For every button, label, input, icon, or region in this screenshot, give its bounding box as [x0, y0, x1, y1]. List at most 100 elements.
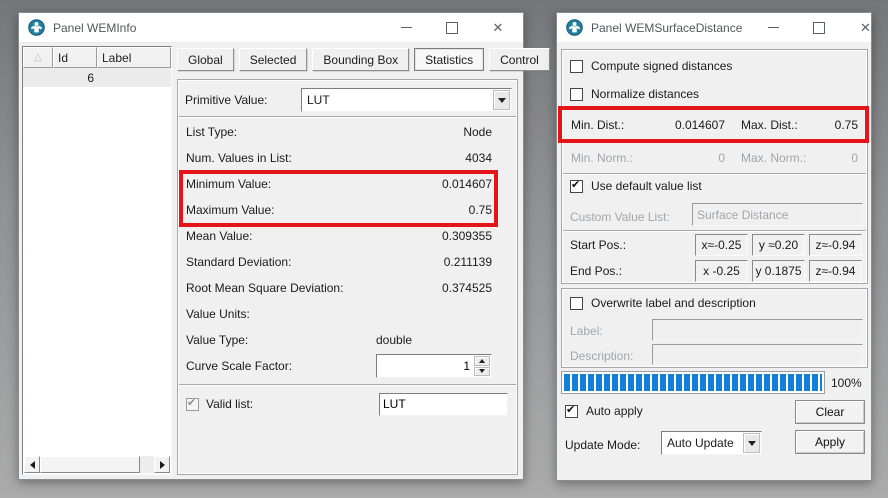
use-default-label: Use default value list [591, 179, 702, 193]
tab-selected[interactable]: Selected [239, 48, 308, 71]
scroll-right-icon [160, 461, 165, 469]
separator [563, 173, 866, 175]
min-max-norm-row: Min. Norm.: 0 Max. Norm.: 0 [563, 144, 866, 172]
progress-bar [561, 371, 825, 394]
start-pos-y-field[interactable]: y ≈0.20 [752, 234, 805, 256]
tab-control[interactable]: Control [489, 48, 550, 71]
tab-bounding-box[interactable]: Bounding Box [312, 48, 409, 71]
overwrite-label: Overwrite label and description [591, 296, 756, 310]
max-dist-value: 0.75 [815, 118, 858, 132]
min-max-dist-row: Min. Dist.: 0.014607 Max. Dist.: 0.75 [563, 110, 866, 140]
update-mode-combobox[interactable]: Auto Update [661, 431, 762, 455]
stat-value: double [376, 333, 412, 347]
overwrite-row: Overwrite label and description [570, 296, 756, 310]
primitive-value-row: Primitive Value: LUT [185, 88, 512, 112]
cell-id: 6 [53, 71, 97, 85]
separator [179, 116, 516, 118]
primitive-value-combobox[interactable]: LUT [301, 88, 512, 112]
description-field-label: Description: [570, 345, 633, 367]
stat-row-maximum-value: Maximum Value: 0.75 [179, 197, 516, 223]
clear-button[interactable]: Clear [795, 400, 865, 424]
separator [179, 384, 516, 386]
valid-list-input[interactable] [379, 393, 508, 416]
spin-down-button[interactable] [474, 367, 490, 377]
combobox-dropdown-button[interactable] [493, 90, 510, 110]
end-pos-fields: x -0.25 y 0.1875 z≈-0.94 [695, 260, 862, 282]
curve-scale-input[interactable] [377, 355, 473, 377]
label-column-header[interactable]: Label [97, 47, 171, 68]
tab-statistics[interactable]: Statistics [414, 48, 484, 71]
stat-label: Maximum Value: [186, 203, 274, 217]
stat-row-list-type: List Type: Node [179, 119, 516, 145]
stat-row-value-type: Value Type: double [179, 327, 516, 353]
stat-label: Value Units: [186, 307, 250, 321]
scroll-left-button[interactable] [24, 456, 40, 473]
valid-list-label: Valid list: [206, 397, 253, 411]
id-column-header[interactable]: Id [53, 47, 97, 68]
minimize-icon[interactable] [391, 16, 421, 40]
max-dist-label: Max. Dist.: [741, 118, 815, 132]
apply-button[interactable]: Apply [795, 430, 865, 454]
auto-apply-row: ✔ Auto apply [565, 404, 643, 418]
max-norm-label: Max. Norm.: [741, 151, 815, 165]
start-pos-fields: x≈-0.25 y ≈0.20 z≈-0.94 [695, 234, 862, 256]
valid-list-checkbox[interactable]: ✔ [186, 398, 199, 411]
sort-triangle-icon: △ [34, 52, 42, 63]
overwrite-checkbox[interactable] [570, 297, 583, 310]
custom-value-list-field[interactable]: Surface Distance [692, 203, 863, 226]
titlebar-wemsurfacedistance[interactable]: Panel WEMSurfaceDistance ✕ [557, 13, 871, 43]
stat-value: Node [463, 125, 492, 139]
update-mode-label: Update Mode: [565, 433, 640, 457]
end-pos-z-field[interactable]: z≈-0.94 [809, 260, 862, 282]
start-pos-z-field[interactable]: z≈-0.94 [809, 234, 862, 256]
wem-list-table: △ Id Label 6 [22, 46, 172, 475]
scrollbar-thumb[interactable] [40, 456, 140, 473]
stat-row-rms-deviation: Root Mean Square Deviation: 0.374525 [179, 275, 516, 301]
spin-up-button[interactable] [474, 356, 490, 366]
tab-global[interactable]: Global [177, 48, 234, 71]
use-default-checkbox[interactable]: ✔ [570, 180, 583, 193]
mevislab-app-icon [28, 19, 45, 36]
table-row[interactable]: 6 [23, 68, 171, 87]
normalize-label: Normalize distances [591, 87, 699, 101]
sort-column-header[interactable]: △ [23, 47, 53, 68]
stat-label: Standard Deviation: [186, 255, 291, 269]
distance-settings-group: Compute signed distances Normalize dista… [561, 49, 868, 284]
close-icon[interactable]: ✕ [483, 16, 513, 40]
end-pos-x-field[interactable]: x -0.25 [695, 260, 748, 282]
stat-label: List Type: [186, 125, 237, 139]
min-norm-label: Min. Norm.: [571, 151, 633, 165]
scrollbar-track[interactable] [140, 456, 154, 473]
maximize-icon[interactable] [804, 16, 834, 40]
description-field[interactable] [652, 344, 863, 365]
start-pos-label: Start Pos.: [570, 234, 626, 256]
end-pos-y-field[interactable]: y 0.1875 [752, 260, 805, 282]
start-pos-x-field[interactable]: x≈-0.25 [695, 234, 748, 256]
minimize-icon[interactable] [758, 16, 788, 40]
scroll-right-button[interactable] [154, 456, 170, 473]
stat-value: 0.374525 [442, 281, 492, 295]
valid-list-row: ✔ Valid list: [186, 392, 507, 416]
use-default-row: ✔ Use default value list [570, 179, 702, 193]
stat-label: Value Type: [186, 333, 248, 347]
maximize-icon[interactable] [437, 16, 467, 40]
curve-scale-spinner[interactable] [376, 354, 492, 378]
custom-value-list-label: Custom Value List: [570, 205, 670, 228]
checkmark-icon: ✔ [566, 403, 575, 416]
compute-signed-checkbox[interactable] [570, 60, 583, 73]
titlebar-weminfo[interactable]: Panel WEMInfo ✕ [19, 13, 523, 43]
separator [563, 230, 866, 232]
stat-label: Mean Value: [186, 229, 253, 243]
label-field[interactable] [652, 319, 863, 341]
min-norm-value: 0 [633, 151, 725, 165]
auto-apply-checkbox[interactable]: ✔ [565, 405, 578, 418]
table-header-row: △ Id Label [23, 47, 171, 68]
horizontal-scrollbar[interactable] [24, 456, 170, 473]
combobox-dropdown-button[interactable] [743, 433, 760, 453]
normalize-checkbox[interactable] [570, 88, 583, 101]
stat-label: Root Mean Square Deviation: [186, 281, 343, 295]
close-icon[interactable]: ✕ [850, 16, 880, 40]
window-title: Panel WEMSurfaceDistance [591, 21, 742, 35]
mevislab-app-icon [566, 19, 583, 36]
tab-bar: Global Selected Bounding Box Statistics … [177, 48, 550, 71]
